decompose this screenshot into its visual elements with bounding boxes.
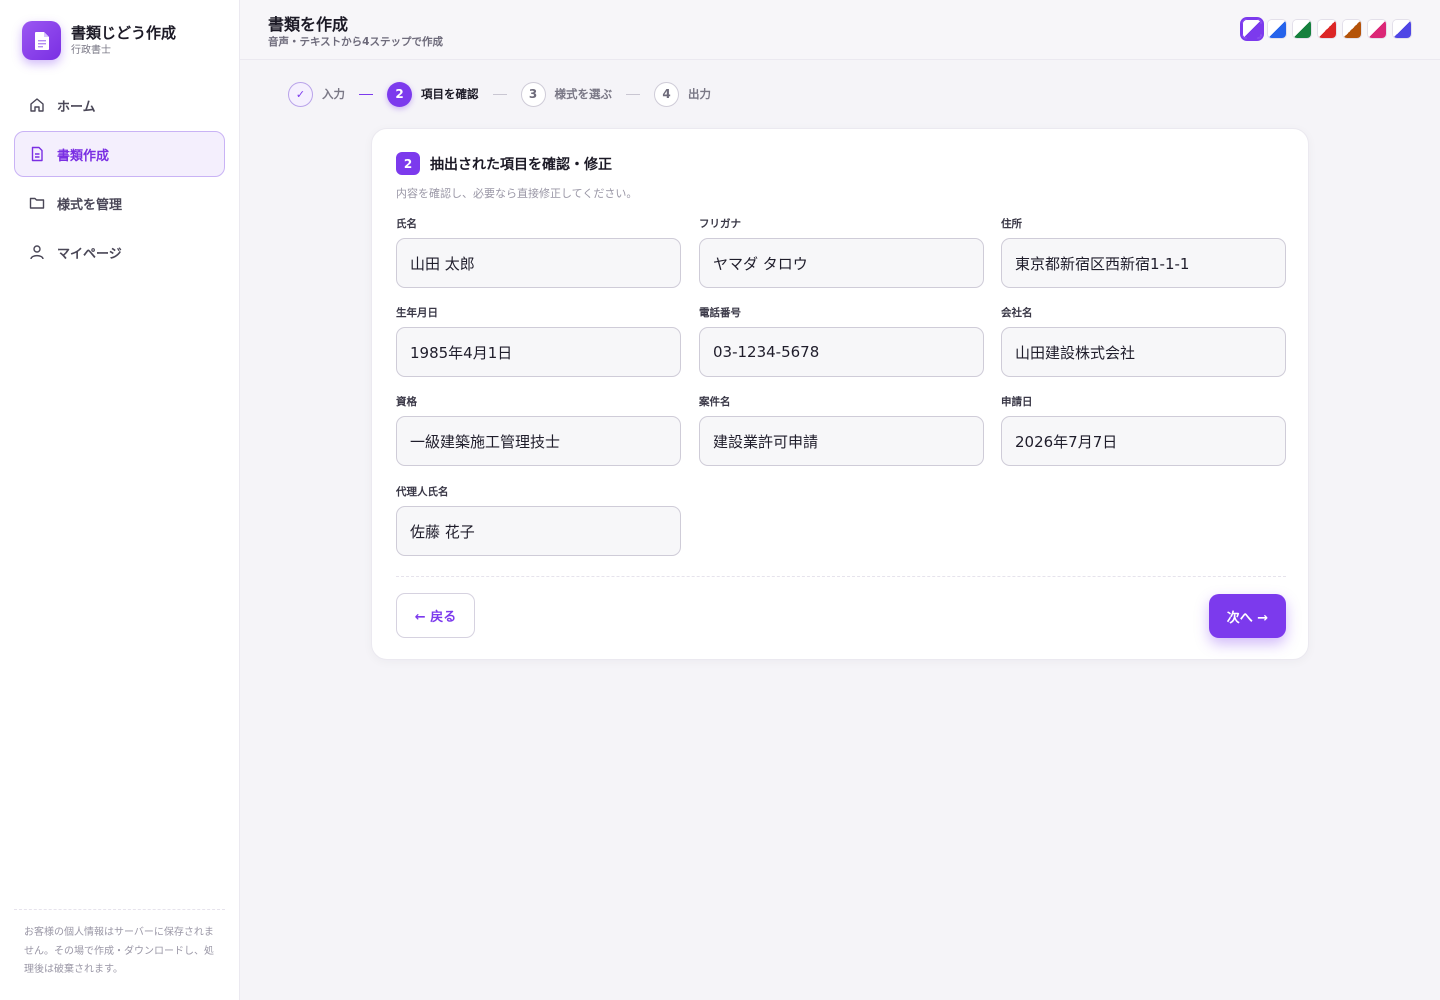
step-separator	[492, 93, 507, 95]
page-subtitle: 音声・テキストから4ステップで作成	[268, 36, 443, 48]
document-logo-icon	[22, 21, 61, 60]
step-separator	[626, 93, 640, 95]
sidebar-item-label: 様式を管理	[57, 197, 123, 213]
field-application-date: 申請日	[1001, 394, 1286, 466]
field-label: 案件名	[699, 396, 731, 408]
step-number: 2	[387, 81, 412, 107]
field-furigana: フリガナ	[699, 216, 984, 288]
name-input[interactable]	[396, 238, 681, 288]
field-address: 住所	[1001, 216, 1286, 288]
field-label: 住所	[1001, 218, 1022, 230]
privacy-note: お客様の個人情報はサーバーに保存されません。その場で作成・ダウンロードし、処理後…	[14, 909, 225, 980]
progress-stepper: ✓ 入力 2 項目を確認 3 様式を選ぶ 4 出力	[288, 81, 711, 107]
sidebar-nav: ホーム 書類作成 様式を管理 マイページ	[14, 82, 225, 278]
user-icon	[28, 243, 46, 261]
step-label: 出力	[688, 87, 711, 101]
field-label: 申請日	[1001, 396, 1033, 408]
next-button[interactable]: 次へ →	[1209, 594, 1286, 638]
phone-input[interactable]	[699, 327, 984, 377]
page-title: 書類を作成	[268, 15, 349, 34]
agent-name-input[interactable]	[396, 506, 681, 556]
brand-subtitle: 行政書士	[71, 44, 111, 56]
step-number: 3	[520, 81, 546, 107]
sidebar-item-label: マイページ	[57, 246, 122, 262]
field-label: 電話番号	[699, 307, 741, 319]
brand[interactable]: 書類じどう作成 行政書士	[22, 21, 176, 60]
sidebar-item-my-page[interactable]: マイページ	[14, 229, 225, 275]
step-output[interactable]: 4 出力	[654, 81, 711, 107]
back-button[interactable]: ← 戻る	[396, 593, 475, 638]
sidebar-item-label: 書類作成	[57, 148, 110, 164]
sidebar-item-manage-forms[interactable]: 様式を管理	[14, 180, 225, 226]
company-input[interactable]	[1001, 327, 1286, 377]
field-company: 会社名	[1001, 305, 1286, 377]
card-divider	[396, 576, 1286, 577]
field-qualification: 資格	[396, 394, 681, 466]
theme-swatch-blue[interactable]	[1267, 19, 1287, 39]
card-header: 2 抽出された項目を確認・修正	[396, 152, 612, 175]
field-agent-name: 代理人氏名	[396, 484, 681, 556]
check-icon: ✓	[288, 81, 313, 107]
home-icon	[28, 96, 46, 114]
step-label: 項目を確認	[421, 87, 479, 101]
case-name-input[interactable]	[699, 416, 984, 466]
furigana-input[interactable]	[699, 238, 984, 288]
birthdate-input[interactable]	[396, 327, 681, 377]
field-label: 生年月日	[396, 307, 438, 319]
step-badge: 2	[396, 152, 420, 175]
step-label: 様式を選ぶ	[554, 87, 613, 101]
theme-swatch-green[interactable]	[1292, 19, 1312, 39]
theme-swatch-pink[interactable]	[1367, 19, 1387, 39]
field-label: 会社名	[1001, 307, 1033, 319]
field-case-name: 案件名	[699, 394, 984, 466]
field-label: 代理人氏名	[396, 486, 449, 498]
step-number: 4	[654, 81, 679, 107]
extracted-fields-card: 2 抽出された項目を確認・修正 内容を確認し、必要なら直接修正してください。 氏…	[371, 128, 1309, 660]
sidebar-item-home[interactable]: ホーム	[14, 82, 225, 128]
page-header: 書類を作成 音声・テキストから4ステップで作成	[240, 0, 1440, 60]
folder-icon	[28, 194, 46, 212]
step-input[interactable]: ✓ 入力	[288, 81, 345, 107]
field-name: 氏名	[396, 216, 681, 288]
card-title: 抽出された項目を確認・修正	[430, 156, 612, 173]
step-separator	[359, 93, 373, 95]
theme-picker	[1237, 17, 1412, 41]
step-confirm-items[interactable]: 2 項目を確認	[387, 81, 479, 107]
sidebar: 書類じどう作成 行政書士 ホーム 書類作成 様式を管理 マイページ お客様の個人…	[0, 0, 240, 1000]
field-label: 資格	[396, 396, 417, 408]
field-label: フリガナ	[699, 218, 741, 230]
application-date-input[interactable]	[1001, 416, 1286, 466]
field-phone: 電話番号	[699, 305, 984, 377]
qualification-input[interactable]	[396, 416, 681, 466]
theme-swatch-red[interactable]	[1317, 19, 1337, 39]
sidebar-item-label: ホーム	[57, 99, 96, 115]
field-birthdate: 生年月日	[396, 305, 681, 377]
step-select-form[interactable]: 3 様式を選ぶ	[520, 81, 613, 107]
theme-swatch-purple[interactable]	[1240, 17, 1264, 41]
brand-title: 書類じどう作成	[71, 23, 177, 42]
theme-swatch-amber[interactable]	[1342, 19, 1362, 39]
document-icon	[28, 145, 46, 163]
card-description: 内容を確認し、必要なら直接修正してください。	[396, 187, 638, 200]
step-label: 入力	[322, 87, 345, 101]
sidebar-item-create-document[interactable]: 書類作成	[14, 131, 225, 177]
address-input[interactable]	[1001, 238, 1286, 288]
theme-swatch-indigo[interactable]	[1392, 19, 1412, 39]
field-label: 氏名	[396, 218, 417, 230]
